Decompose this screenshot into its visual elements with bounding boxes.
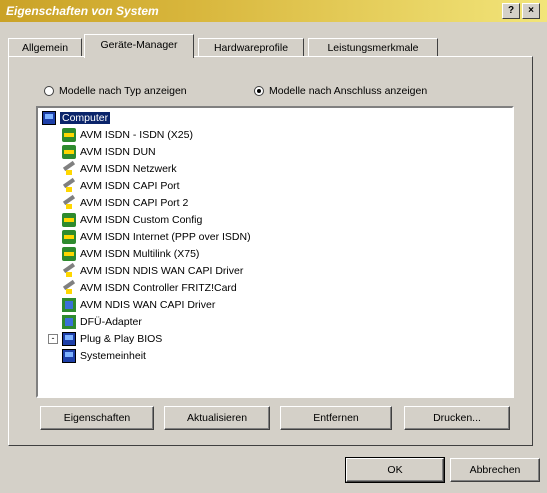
ok-button[interactable]: OK: [345, 457, 445, 483]
tree-item-label: AVM ISDN Custom Config: [80, 214, 203, 226]
plug-icon: [62, 281, 76, 295]
remove-button[interactable]: Entfernen: [280, 406, 392, 430]
tree-item-label: AVM ISDN Controller FRITZ!Card: [80, 282, 237, 294]
network-icon: [62, 315, 76, 329]
properties-button[interactable]: Eigenschaften: [40, 406, 154, 430]
tree-item-label: AVM ISDN - ISDN (X25): [80, 129, 193, 141]
card-icon: [62, 230, 76, 244]
tree-item[interactable]: Systemeinheit: [62, 348, 146, 364]
tree-item-label: AVM ISDN Netzwerk: [80, 163, 177, 175]
tree-item[interactable]: AVM ISDN - ISDN (X25): [62, 127, 193, 143]
tree-item-label: Computer: [60, 112, 111, 124]
tree-item-label: AVM ISDN CAPI Port 2: [80, 197, 189, 209]
plug-icon: [62, 162, 76, 176]
tree-item-label: DFÜ-Adapter: [80, 316, 142, 328]
tree-item-label: AVM ISDN NDIS WAN CAPI Driver: [80, 265, 244, 277]
tree-item-label: AVM ISDN DUN: [80, 146, 156, 158]
tree-item[interactable]: AVM ISDN Netzwerk: [62, 161, 177, 177]
computer-icon: [62, 349, 76, 363]
tree-item-computer[interactable]: Computer: [42, 110, 111, 126]
tree-item[interactable]: AVM ISDN NDIS WAN CAPI Driver: [62, 263, 243, 279]
cancel-button[interactable]: Abbrechen: [450, 458, 540, 482]
tree-item-label: AVM ISDN Internet (PPP over ISDN): [80, 231, 251, 243]
plug-icon: [62, 264, 76, 278]
tree-item[interactable]: AVM ISDN CAPI Port: [62, 178, 180, 194]
computer-icon: [62, 332, 76, 346]
tree-item[interactable]: DFÜ-Adapter: [62, 314, 142, 330]
tab-hardware-profiles[interactable]: Hardwareprofile: [198, 38, 304, 57]
tree-item[interactable]: Plug & Play BIOS: [62, 331, 162, 347]
tree-item[interactable]: AVM NDIS WAN CAPI Driver: [62, 297, 215, 313]
refresh-button[interactable]: Aktualisieren: [164, 406, 270, 430]
tab-device-manager[interactable]: Geräte-Manager: [84, 34, 194, 58]
tree-item-label: Systemeinheit: [80, 350, 146, 362]
collapse-icon[interactable]: -: [48, 334, 58, 344]
title-bar: Eigenschaften von System ? ×: [0, 0, 547, 22]
window-title: Eigenschaften von System: [6, 4, 159, 18]
print-button[interactable]: Drucken...: [404, 406, 510, 430]
radio-dot-selected-icon: [254, 86, 264, 96]
tree-item[interactable]: AVM ISDN Custom Config: [62, 212, 202, 228]
tab-performance[interactable]: Leistungsmerkmale: [308, 38, 438, 57]
radio-by-type-label: Modelle nach Typ anzeigen: [59, 85, 187, 97]
radio-dot-icon: [44, 86, 54, 96]
tree-item-label: Plug & Play BIOS: [80, 333, 163, 345]
help-button[interactable]: ?: [502, 3, 520, 19]
card-icon: [62, 128, 76, 142]
computer-icon: [42, 111, 56, 125]
tree-item[interactable]: AVM ISDN DUN: [62, 144, 156, 160]
tree-item[interactable]: AVM ISDN Controller FRITZ!Card: [62, 280, 237, 296]
device-tree[interactable]: Computer AVM ISDN - ISDN (X25) AVM ISDN …: [36, 106, 514, 398]
plug-icon: [62, 196, 76, 210]
tree-item-label: AVM ISDN Multilink (X75): [80, 248, 200, 260]
card-icon: [62, 145, 76, 159]
radio-by-connection-label: Modelle nach Anschluss anzeigen: [269, 85, 428, 97]
tab-general[interactable]: Allgemein: [8, 38, 82, 57]
close-button[interactable]: ×: [522, 3, 540, 19]
tree-item[interactable]: AVM ISDN Internet (PPP over ISDN): [62, 229, 251, 245]
card-icon: [62, 213, 76, 227]
tree-item-label: AVM ISDN CAPI Port: [80, 180, 180, 192]
tree-item-label: AVM NDIS WAN CAPI Driver: [80, 299, 216, 311]
card-icon: [62, 247, 76, 261]
tree-item[interactable]: AVM ISDN Multilink (X75): [62, 246, 199, 262]
plug-icon: [62, 179, 76, 193]
tree-item[interactable]: AVM ISDN CAPI Port 2: [62, 195, 188, 211]
radio-by-type[interactable]: Modelle nach Typ anzeigen: [44, 84, 187, 98]
network-icon: [62, 298, 76, 312]
radio-by-connection[interactable]: Modelle nach Anschluss anzeigen: [254, 84, 427, 98]
